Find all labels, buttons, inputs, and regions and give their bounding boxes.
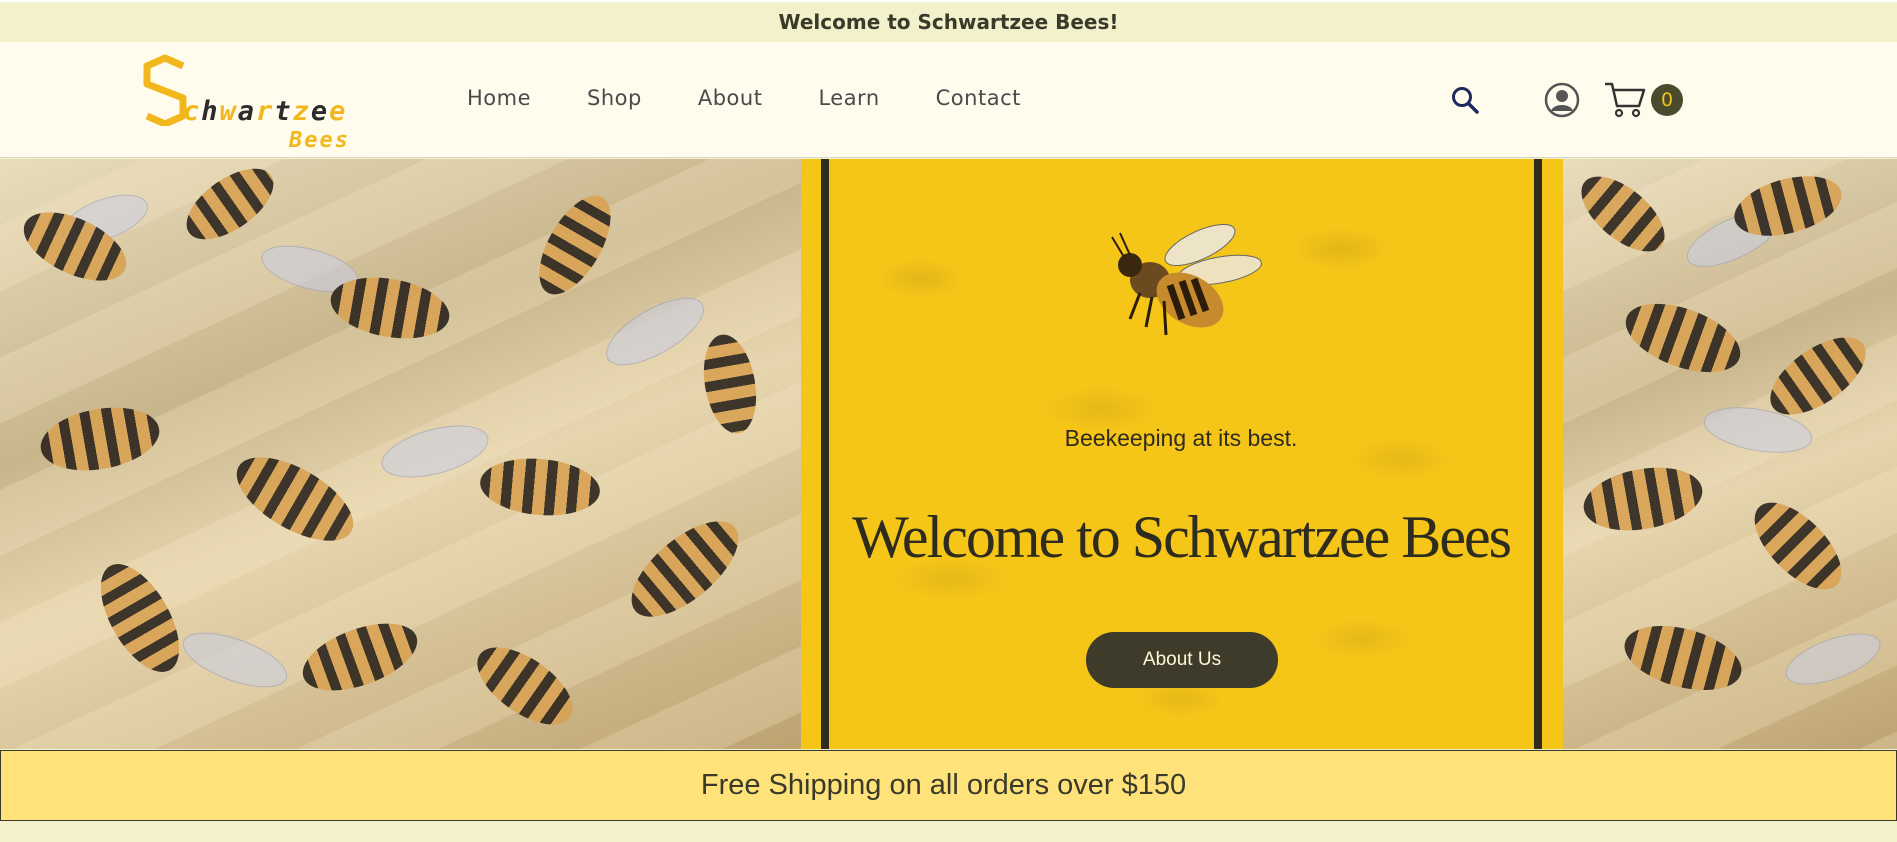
hero-section: Beekeeping at its best. Welcome to Schwa… bbox=[0, 159, 1897, 749]
hero-photo-right bbox=[1563, 159, 1897, 749]
nav-contact[interactable]: Contact bbox=[936, 86, 1021, 110]
hero-title: Welcome to Schwartzee Bees bbox=[852, 504, 1512, 570]
site-logo[interactable]: chwartzee Bees bbox=[143, 52, 353, 153]
bottom-strip bbox=[0, 821, 1897, 842]
about-us-button[interactable]: About Us bbox=[1086, 632, 1278, 688]
main-navigation: Home Shop About Learn Contact bbox=[467, 86, 1077, 110]
logo-wordmark: chwartzee bbox=[183, 96, 348, 127]
account-button[interactable] bbox=[1544, 82, 1580, 118]
nav-shop[interactable]: Shop bbox=[587, 86, 642, 110]
nav-home[interactable]: Home bbox=[467, 86, 531, 110]
logo-subtext: Bees bbox=[289, 128, 350, 153]
nav-about[interactable]: About bbox=[698, 86, 763, 110]
panel-border-right bbox=[1534, 159, 1542, 749]
logo-hexagon-s-icon bbox=[143, 54, 187, 126]
flying-bee-illustration bbox=[1111, 224, 1262, 336]
cart-count-badge: 0 bbox=[1651, 84, 1683, 116]
nav-learn[interactable]: Learn bbox=[818, 86, 879, 110]
top-welcome-banner: Welcome to Schwartzee Bees! bbox=[0, 0, 1897, 42]
search-button[interactable] bbox=[1449, 84, 1481, 116]
shipping-banner-text: Free Shipping on all orders over $150 bbox=[700, 769, 1187, 801]
hero-tagline: Beekeeping at its best. bbox=[1064, 425, 1298, 451]
site-header: chwartzee Bees Home Shop About Learn Con… bbox=[0, 42, 1897, 158]
shopping-cart-icon bbox=[1605, 82, 1646, 118]
hero-photo-left bbox=[0, 159, 801, 749]
panel-border-left bbox=[821, 159, 829, 749]
cart-button[interactable]: 0 bbox=[1603, 78, 1685, 120]
top-banner-text: Welcome to Schwartzee Bees! bbox=[778, 10, 1119, 34]
search-icon bbox=[1452, 87, 1479, 114]
shipping-banner: Free Shipping on all orders over $150 bbox=[0, 750, 1897, 821]
user-account-icon bbox=[1544, 82, 1580, 118]
